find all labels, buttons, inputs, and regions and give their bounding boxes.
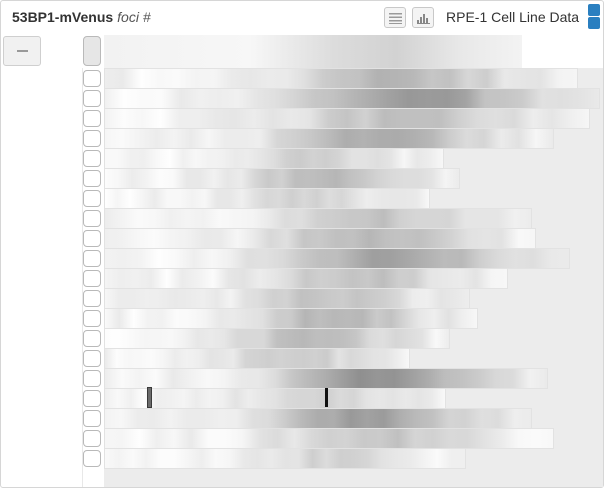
heatmap-row[interactable] — [104, 148, 444, 169]
minus-icon — [17, 50, 28, 52]
heatmap-row[interactable] — [104, 348, 410, 369]
heatmap-row[interactable] — [104, 288, 470, 309]
heatmap-row[interactable] — [104, 448, 466, 469]
row-checkbox[interactable] — [83, 230, 101, 247]
track-title-bold: 53BP1-mVenus — [12, 9, 114, 25]
row-checkbox[interactable] — [83, 430, 101, 447]
row-checkbox[interactable] — [83, 250, 101, 267]
row-checkbox[interactable] — [83, 370, 101, 387]
dataset-toggle-top[interactable] — [588, 4, 600, 16]
heatmap-row[interactable] — [104, 188, 430, 209]
row-checkbox[interactable] — [83, 450, 101, 467]
heatmap-row[interactable] — [104, 108, 590, 129]
row-checkbox[interactable] — [83, 330, 101, 347]
list-icon — [389, 13, 402, 24]
row-checkbox[interactable] — [83, 270, 101, 287]
panel-header: 53BP1-mVenus foci # RPE-1 Cell Line Data — [1, 1, 603, 33]
heatmap-row[interactable] — [104, 248, 570, 269]
heatmap-row[interactable] — [104, 268, 508, 289]
heatmap-row[interactable] — [104, 208, 532, 229]
row-checkbox[interactable] — [83, 210, 101, 227]
dataset-label: RPE-1 Cell Line Data — [446, 9, 580, 25]
heatmap-row[interactable] — [104, 168, 460, 189]
foci-track-panel: 53BP1-mVenus foci # RPE-1 Cell Line Data — [0, 0, 604, 488]
row-checkbox[interactable] — [83, 290, 101, 307]
row-checkbox[interactable] — [83, 390, 101, 407]
select-all-checkbox[interactable] — [83, 36, 101, 66]
row-checkbox[interactable] — [83, 410, 101, 427]
selected-cell[interactable] — [147, 387, 152, 408]
heatmap-row[interactable] — [104, 428, 554, 449]
heatmap-row[interactable] — [104, 88, 600, 109]
heatmap-row[interactable] — [104, 228, 536, 249]
row-checkbox[interactable] — [83, 350, 101, 367]
collapse-button[interactable] — [3, 36, 41, 66]
track-title: 53BP1-mVenus foci # — [12, 9, 151, 25]
row-checkbox[interactable] — [83, 130, 101, 147]
heatmap-row[interactable] — [104, 328, 450, 349]
cell-marker — [325, 388, 328, 407]
row-checkbox[interactable] — [83, 110, 101, 127]
row-checkbox[interactable] — [83, 170, 101, 187]
track-title-italic: foci # — [117, 9, 151, 25]
histogram-view-button[interactable] — [412, 7, 434, 28]
heatmap-row[interactable] — [104, 308, 478, 329]
heatmap-row[interactable] — [104, 68, 578, 89]
row-checkbox[interactable] — [83, 310, 101, 327]
column-density-header — [104, 35, 522, 68]
heatmap-row[interactable] — [104, 368, 548, 389]
row-checkbox[interactable] — [83, 190, 101, 207]
dataset-toggle-bottom[interactable] — [588, 17, 600, 29]
heatmap-row[interactable] — [104, 128, 554, 149]
histogram-icon — [417, 14, 430, 24]
heatmap-row[interactable] — [104, 408, 532, 429]
list-view-button[interactable] — [384, 7, 406, 28]
row-checkbox[interactable] — [83, 150, 101, 167]
row-checkbox[interactable] — [83, 70, 101, 87]
row-checkbox[interactable] — [83, 90, 101, 107]
heatmap-row[interactable] — [104, 388, 446, 409]
